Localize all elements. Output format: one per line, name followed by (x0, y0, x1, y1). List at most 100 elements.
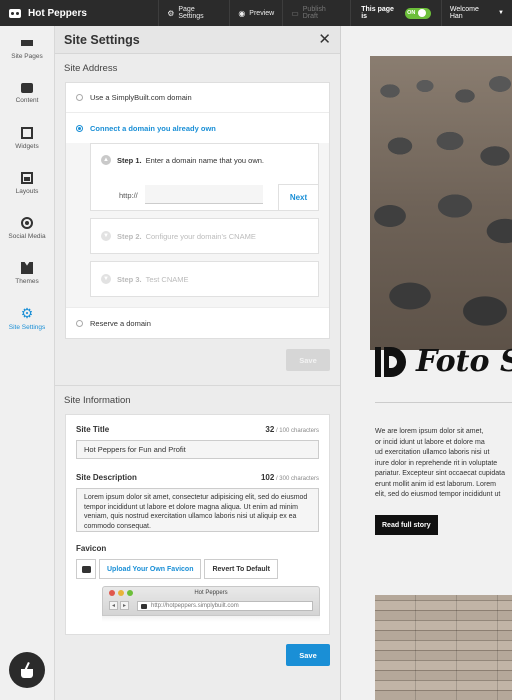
site-preview: Foto St We are lorem ipsum dolor sit ame… (341, 26, 512, 700)
site-title-label-row: Site Title 32 / 100 characters (76, 425, 319, 434)
close-icon[interactable]: ✕ (318, 32, 331, 47)
url-prefix: http:// (119, 191, 138, 200)
browser-url: http://hotpeppers.simplybuilt.com (151, 603, 239, 609)
live-toggle[interactable]: ON (405, 7, 431, 19)
connect-domain-steps: ▲ Step 1. Enter a domain name that you o… (66, 143, 329, 308)
radio-button[interactable] (76, 124, 83, 132)
rail-item-site-settings[interactable]: ⚙ Site Settings (0, 296, 54, 341)
panel-header: Site Settings ✕ (55, 26, 340, 54)
revert-favicon-button[interactable]: Revert To Default (204, 559, 278, 579)
rail-label: Social Media (8, 233, 46, 240)
publish-draft-label: Publish Draft (302, 6, 326, 20)
radio-button[interactable] (76, 94, 83, 101)
rail-item-widgets[interactable]: Widgets (0, 116, 54, 161)
rail-label: Content (15, 97, 39, 104)
rail-label: Site Settings (8, 324, 46, 331)
back-arrow-icon: ◂ (109, 601, 118, 610)
step-2[interactable]: ▼ Step 2. Configure your domain's CNAME (90, 218, 319, 254)
left-rail: Site Pages Content Widgets Layouts Socia… (0, 26, 55, 700)
read-full-story-button[interactable]: Read full story (375, 515, 438, 535)
upload-favicon-button[interactable]: Upload Your Own Favicon (99, 559, 202, 579)
top-bar: Hot Peppers ⚙ Page Settings ◉ Preview ▭ … (0, 0, 512, 26)
page-live-status: This page is ON (350, 0, 441, 26)
page-settings-button[interactable]: ⚙ Page Settings (158, 0, 229, 26)
next-button[interactable]: Next (278, 184, 318, 210)
step-1-header[interactable]: ▲ Step 1. Enter a domain name that you o… (91, 144, 318, 176)
gear-icon: ⚙ (20, 305, 34, 321)
preview-divider (375, 402, 512, 403)
rail-item-social-media[interactable]: Social Media (0, 206, 54, 251)
rail-item-layouts[interactable]: Layouts (0, 161, 54, 206)
chevron-down-icon: ▼ (101, 231, 111, 241)
rail-label: Themes (15, 278, 39, 285)
step-3-header[interactable]: ▼ Step 3. Test CNAME (91, 262, 318, 296)
wood-image (375, 595, 512, 700)
widgets-icon (21, 127, 33, 139)
live-status-label: This page is (361, 6, 394, 20)
save-address-button[interactable]: Save (286, 349, 330, 371)
layouts-icon (21, 172, 33, 184)
design-tools-button[interactable] (9, 652, 45, 688)
rail-label: Layouts (15, 188, 39, 195)
site-description-label-row: Site Description 102 / 300 characters (76, 473, 319, 482)
chevron-down-icon: ▼ (101, 274, 111, 284)
save-button[interactable]: Save (286, 644, 330, 666)
browser-tab-preview: Hot Peppers ◂ ▸ http://hotpeppers.simplyb… (102, 586, 320, 616)
favicon-icon (141, 603, 147, 609)
rail-item-themes[interactable]: Themes (0, 251, 54, 296)
rail-item-content[interactable]: Content (0, 71, 54, 116)
step-number: Step 3. (117, 274, 142, 284)
user-greeting: Welcome Han (449, 6, 479, 20)
publish-draft-button[interactable]: ▭ Publish Draft (282, 0, 350, 26)
step-1-body: http:// Next (91, 176, 318, 210)
site-description-limit: / 300 characters (275, 476, 319, 482)
address-actions: Save (55, 339, 340, 381)
favicon-row: Upload Your Own Favicon Revert To Defaul… (76, 559, 319, 579)
step-text: Configure your domain's CNAME (145, 231, 256, 241)
toggle-knob (418, 9, 427, 17)
step-text: Enter a domain name that you own. (145, 155, 264, 165)
content-icon (21, 83, 33, 93)
domain-input[interactable] (144, 185, 263, 204)
rail-item-site-pages[interactable]: Site Pages (0, 26, 54, 71)
paint-pot-icon (20, 661, 34, 678)
radio-button[interactable] (76, 319, 83, 327)
option-connect-domain[interactable]: Connect a domain you already own (66, 113, 329, 143)
browser-url-bar: http://hotpeppers.simplybuilt.com (137, 601, 313, 611)
step-1: ▲ Step 1. Enter a domain name that you o… (90, 143, 319, 211)
site-description-textarea[interactable]: Lorem ipsum dolor sit amet, consectetur … (76, 488, 319, 532)
chevron-up-icon: ▲ (101, 155, 111, 165)
preview-label: Preview (249, 9, 275, 17)
favicon-preview (76, 559, 96, 579)
rail-label: Widgets (15, 143, 39, 150)
browser-preview-fade (102, 616, 320, 622)
step-2-header[interactable]: ▼ Step 2. Configure your domain's CNAME (91, 219, 318, 253)
page-settings-label: Page Settings (178, 6, 204, 20)
step-3[interactable]: ▼ Step 3. Test CNAME (90, 261, 319, 297)
option-reserve-domain[interactable]: Reserve a domain (66, 308, 329, 338)
site-address-heading: Site Address (64, 62, 118, 74)
site-information-card: Site Title 32 / 100 characters Hot Peppe… (65, 414, 330, 635)
site-settings-panel: Site Settings ✕ Site Address Use a Simpl… (55, 26, 341, 700)
article-excerpt: We are lorem ipsum dolor sit amet, or in… (375, 428, 505, 498)
simplybuilt-logo-icon (9, 8, 21, 18)
hero-image (370, 56, 512, 350)
chevron-down-icon: ▼ (498, 10, 504, 16)
info-actions: Save (55, 635, 340, 677)
preview-button[interactable]: ◉ Preview (229, 0, 282, 26)
user-menu[interactable]: Welcome Han ▼ (440, 0, 512, 26)
rail-label: Site Pages (11, 52, 43, 60)
site-address-card: Use a SimplyBuilt.com domain Connect a d… (65, 82, 330, 339)
site-title-input[interactable]: Hot Peppers for Fun and Profit (76, 440, 319, 459)
browser-nav: ◂ ▸ (109, 601, 129, 610)
option-simplybuilt-domain[interactable]: Use a SimplyBuilt.com domain (66, 83, 329, 113)
site-title-count: 32 (265, 425, 275, 434)
pages-icon (20, 38, 34, 49)
panel-title: Site Settings (64, 32, 140, 47)
site-logo[interactable]: Hot Peppers (0, 8, 158, 19)
themes-icon (21, 262, 33, 274)
option-label: Connect a domain you already own (90, 123, 216, 133)
favicon-icon (81, 565, 91, 573)
step-number: Step 2. (117, 231, 142, 241)
social-media-icon (21, 217, 33, 229)
